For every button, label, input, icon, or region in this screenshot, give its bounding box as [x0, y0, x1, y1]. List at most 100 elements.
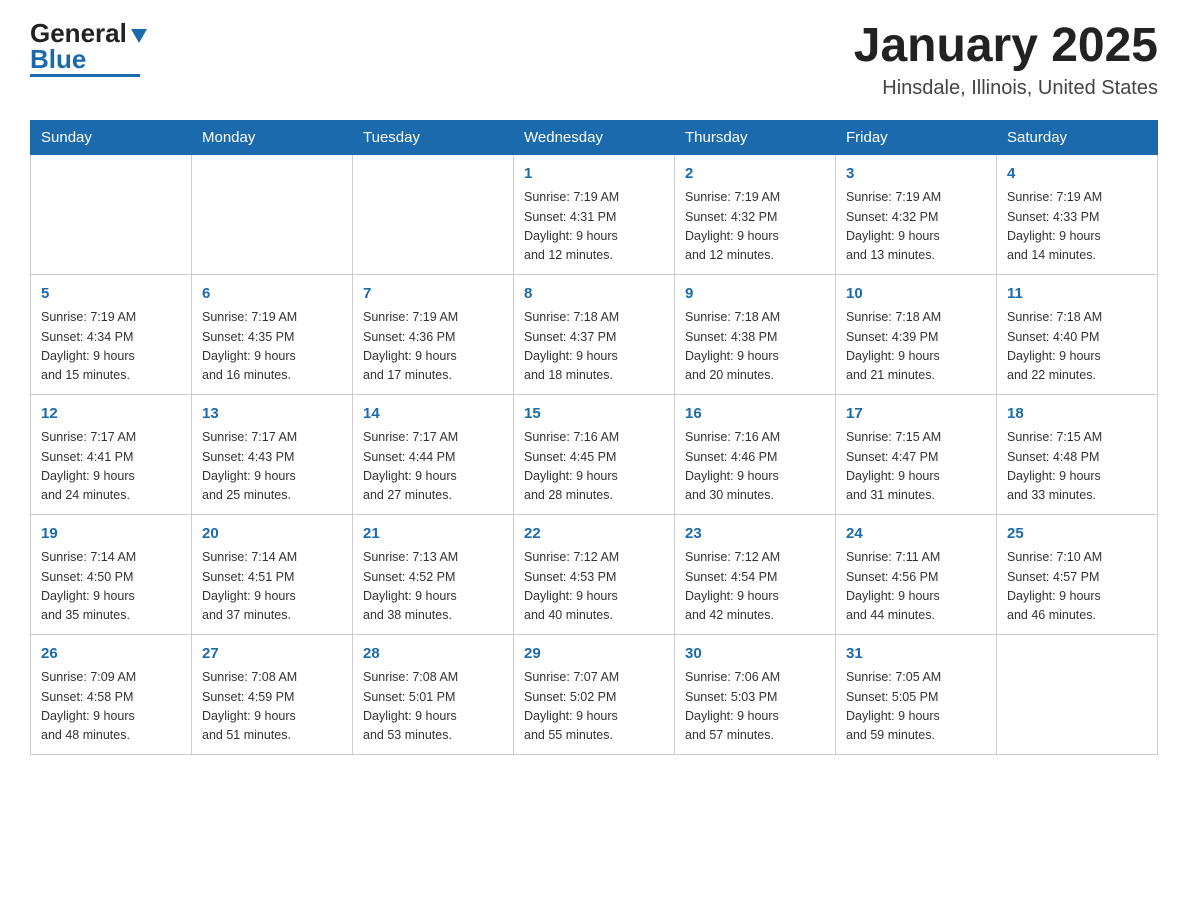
day-number: 27	[202, 643, 342, 666]
logo-triangle-icon	[131, 29, 147, 43]
calendar-cell: 3Sunrise: 7:19 AM Sunset: 4:32 PM Daylig…	[836, 154, 997, 274]
calendar-header-friday: Friday	[836, 120, 997, 154]
calendar-week-row: 1Sunrise: 7:19 AM Sunset: 4:31 PM Daylig…	[31, 154, 1158, 274]
logo-underline	[30, 74, 140, 77]
day-info: Sunrise: 7:18 AM Sunset: 4:40 PM Dayligh…	[1007, 308, 1147, 386]
calendar-cell: 27Sunrise: 7:08 AM Sunset: 4:59 PM Dayli…	[192, 634, 353, 754]
day-info: Sunrise: 7:07 AM Sunset: 5:02 PM Dayligh…	[524, 668, 664, 746]
day-number: 7	[363, 283, 503, 306]
calendar-header-thursday: Thursday	[675, 120, 836, 154]
day-number: 9	[685, 283, 825, 306]
calendar-header-saturday: Saturday	[997, 120, 1158, 154]
day-info: Sunrise: 7:18 AM Sunset: 4:37 PM Dayligh…	[524, 308, 664, 386]
day-number: 25	[1007, 523, 1147, 546]
day-info: Sunrise: 7:18 AM Sunset: 4:39 PM Dayligh…	[846, 308, 986, 386]
day-info: Sunrise: 7:12 AM Sunset: 4:54 PM Dayligh…	[685, 548, 825, 626]
logo-blue-text: Blue	[30, 46, 86, 72]
day-info: Sunrise: 7:19 AM Sunset: 4:32 PM Dayligh…	[685, 188, 825, 266]
calendar-cell: 26Sunrise: 7:09 AM Sunset: 4:58 PM Dayli…	[31, 634, 192, 754]
calendar-cell: 9Sunrise: 7:18 AM Sunset: 4:38 PM Daylig…	[675, 274, 836, 394]
day-info: Sunrise: 7:16 AM Sunset: 4:46 PM Dayligh…	[685, 428, 825, 506]
calendar-cell	[997, 634, 1158, 754]
day-number: 23	[685, 523, 825, 546]
calendar-title: January 2025	[854, 20, 1158, 73]
day-number: 19	[41, 523, 181, 546]
day-number: 15	[524, 403, 664, 426]
day-number: 2	[685, 163, 825, 186]
calendar-cell: 18Sunrise: 7:15 AM Sunset: 4:48 PM Dayli…	[997, 394, 1158, 514]
day-info: Sunrise: 7:10 AM Sunset: 4:57 PM Dayligh…	[1007, 548, 1147, 626]
logo: General Blue	[30, 20, 147, 77]
calendar-cell: 10Sunrise: 7:18 AM Sunset: 4:39 PM Dayli…	[836, 274, 997, 394]
day-number: 16	[685, 403, 825, 426]
calendar-cell	[31, 154, 192, 274]
calendar-cell: 20Sunrise: 7:14 AM Sunset: 4:51 PM Dayli…	[192, 514, 353, 634]
day-info: Sunrise: 7:19 AM Sunset: 4:32 PM Dayligh…	[846, 188, 986, 266]
calendar-cell	[192, 154, 353, 274]
page-header: General Blue January 2025 Hinsdale, Illi…	[30, 20, 1158, 100]
calendar-cell: 23Sunrise: 7:12 AM Sunset: 4:54 PM Dayli…	[675, 514, 836, 634]
day-number: 13	[202, 403, 342, 426]
calendar-header-row: SundayMondayTuesdayWednesdayThursdayFrid…	[31, 120, 1158, 154]
calendar-week-row: 19Sunrise: 7:14 AM Sunset: 4:50 PM Dayli…	[31, 514, 1158, 634]
calendar-cell: 11Sunrise: 7:18 AM Sunset: 4:40 PM Dayli…	[997, 274, 1158, 394]
calendar-cell: 21Sunrise: 7:13 AM Sunset: 4:52 PM Dayli…	[353, 514, 514, 634]
calendar-header-wednesday: Wednesday	[514, 120, 675, 154]
day-info: Sunrise: 7:14 AM Sunset: 4:50 PM Dayligh…	[41, 548, 181, 626]
day-number: 8	[524, 283, 664, 306]
day-number: 29	[524, 643, 664, 666]
calendar-cell: 16Sunrise: 7:16 AM Sunset: 4:46 PM Dayli…	[675, 394, 836, 514]
day-number: 5	[41, 283, 181, 306]
day-number: 14	[363, 403, 503, 426]
day-number: 22	[524, 523, 664, 546]
calendar-cell	[353, 154, 514, 274]
calendar-cell: 4Sunrise: 7:19 AM Sunset: 4:33 PM Daylig…	[997, 154, 1158, 274]
day-number: 1	[524, 163, 664, 186]
calendar-week-row: 5Sunrise: 7:19 AM Sunset: 4:34 PM Daylig…	[31, 274, 1158, 394]
day-info: Sunrise: 7:12 AM Sunset: 4:53 PM Dayligh…	[524, 548, 664, 626]
calendar-header-monday: Monday	[192, 120, 353, 154]
calendar-week-row: 26Sunrise: 7:09 AM Sunset: 4:58 PM Dayli…	[31, 634, 1158, 754]
day-info: Sunrise: 7:17 AM Sunset: 4:43 PM Dayligh…	[202, 428, 342, 506]
calendar-table: SundayMondayTuesdayWednesdayThursdayFrid…	[30, 120, 1158, 755]
calendar-cell: 7Sunrise: 7:19 AM Sunset: 4:36 PM Daylig…	[353, 274, 514, 394]
day-number: 6	[202, 283, 342, 306]
calendar-cell: 1Sunrise: 7:19 AM Sunset: 4:31 PM Daylig…	[514, 154, 675, 274]
day-number: 26	[41, 643, 181, 666]
calendar-week-row: 12Sunrise: 7:17 AM Sunset: 4:41 PM Dayli…	[31, 394, 1158, 514]
day-info: Sunrise: 7:19 AM Sunset: 4:33 PM Dayligh…	[1007, 188, 1147, 266]
day-info: Sunrise: 7:05 AM Sunset: 5:05 PM Dayligh…	[846, 668, 986, 746]
day-number: 30	[685, 643, 825, 666]
day-info: Sunrise: 7:15 AM Sunset: 4:47 PM Dayligh…	[846, 428, 986, 506]
day-number: 4	[1007, 163, 1147, 186]
day-info: Sunrise: 7:13 AM Sunset: 4:52 PM Dayligh…	[363, 548, 503, 626]
day-info: Sunrise: 7:08 AM Sunset: 4:59 PM Dayligh…	[202, 668, 342, 746]
calendar-cell: 6Sunrise: 7:19 AM Sunset: 4:35 PM Daylig…	[192, 274, 353, 394]
calendar-header-tuesday: Tuesday	[353, 120, 514, 154]
calendar-cell: 25Sunrise: 7:10 AM Sunset: 4:57 PM Dayli…	[997, 514, 1158, 634]
day-number: 10	[846, 283, 986, 306]
day-info: Sunrise: 7:17 AM Sunset: 4:44 PM Dayligh…	[363, 428, 503, 506]
day-number: 12	[41, 403, 181, 426]
calendar-cell: 30Sunrise: 7:06 AM Sunset: 5:03 PM Dayli…	[675, 634, 836, 754]
day-info: Sunrise: 7:09 AM Sunset: 4:58 PM Dayligh…	[41, 668, 181, 746]
day-number: 21	[363, 523, 503, 546]
day-number: 3	[846, 163, 986, 186]
day-info: Sunrise: 7:19 AM Sunset: 4:34 PM Dayligh…	[41, 308, 181, 386]
calendar-cell: 31Sunrise: 7:05 AM Sunset: 5:05 PM Dayli…	[836, 634, 997, 754]
day-info: Sunrise: 7:17 AM Sunset: 4:41 PM Dayligh…	[41, 428, 181, 506]
calendar-subtitle: Hinsdale, Illinois, United States	[854, 77, 1158, 100]
calendar-cell: 19Sunrise: 7:14 AM Sunset: 4:50 PM Dayli…	[31, 514, 192, 634]
calendar-cell: 24Sunrise: 7:11 AM Sunset: 4:56 PM Dayli…	[836, 514, 997, 634]
calendar-cell: 14Sunrise: 7:17 AM Sunset: 4:44 PM Dayli…	[353, 394, 514, 514]
calendar-cell: 17Sunrise: 7:15 AM Sunset: 4:47 PM Dayli…	[836, 394, 997, 514]
calendar-cell: 29Sunrise: 7:07 AM Sunset: 5:02 PM Dayli…	[514, 634, 675, 754]
day-info: Sunrise: 7:11 AM Sunset: 4:56 PM Dayligh…	[846, 548, 986, 626]
day-number: 24	[846, 523, 986, 546]
day-number: 17	[846, 403, 986, 426]
day-number: 28	[363, 643, 503, 666]
calendar-cell: 13Sunrise: 7:17 AM Sunset: 4:43 PM Dayli…	[192, 394, 353, 514]
day-number: 11	[1007, 283, 1147, 306]
day-info: Sunrise: 7:15 AM Sunset: 4:48 PM Dayligh…	[1007, 428, 1147, 506]
calendar-cell: 22Sunrise: 7:12 AM Sunset: 4:53 PM Dayli…	[514, 514, 675, 634]
